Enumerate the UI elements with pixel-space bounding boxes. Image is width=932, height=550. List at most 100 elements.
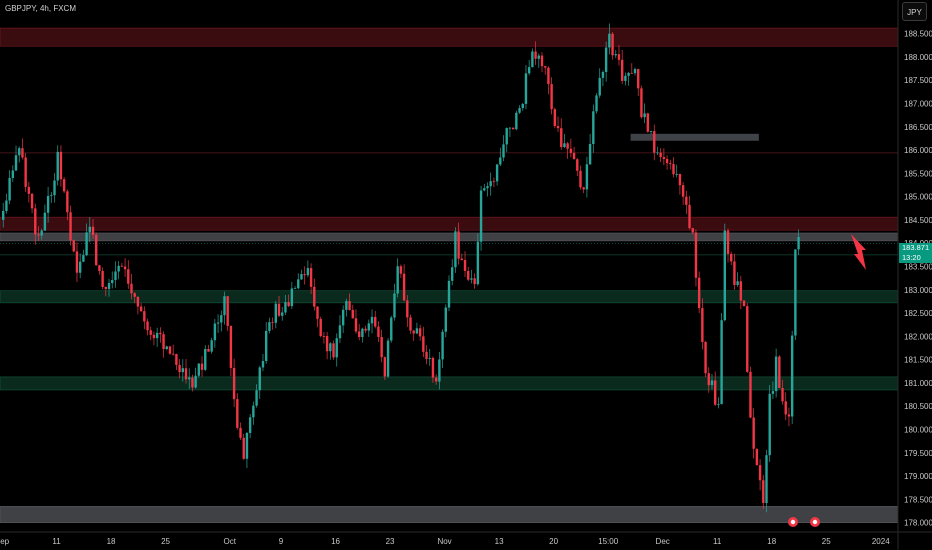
candle-body bbox=[8, 177, 11, 201]
currency-button[interactable]: JPY bbox=[902, 2, 927, 21]
candle-body bbox=[579, 170, 582, 188]
candle-body bbox=[409, 317, 412, 331]
x-tick-label: 25 bbox=[822, 537, 831, 546]
candle-body bbox=[624, 75, 627, 81]
candle-body bbox=[313, 286, 316, 307]
candle-body bbox=[662, 157, 666, 159]
candle-body bbox=[239, 427, 242, 438]
y-tick-label: 178.000 bbox=[904, 519, 932, 528]
candle-body bbox=[370, 316, 374, 324]
candle-body bbox=[78, 261, 82, 273]
candle-body bbox=[127, 269, 130, 284]
candle-body bbox=[710, 380, 714, 386]
candle-body bbox=[633, 69, 637, 74]
level-zone bbox=[630, 133, 759, 141]
candle-body bbox=[59, 151, 63, 180]
candle-body bbox=[332, 343, 335, 358]
candle-body bbox=[2, 210, 5, 220]
candle-body bbox=[383, 357, 387, 377]
candle-body bbox=[101, 270, 104, 287]
candle-body bbox=[390, 317, 393, 341]
candle-body bbox=[547, 67, 550, 85]
candle-body bbox=[550, 84, 553, 110]
candle-body bbox=[104, 286, 108, 289]
support-zone bbox=[0, 376, 899, 391]
y-tick-label: 186.500 bbox=[904, 123, 932, 132]
candle-body bbox=[46, 195, 50, 213]
candle-body bbox=[229, 325, 233, 368]
candle-body bbox=[415, 328, 419, 334]
candle-body bbox=[531, 51, 534, 68]
candle-body bbox=[608, 33, 611, 48]
candle-body bbox=[223, 296, 226, 316]
candle-body bbox=[511, 127, 515, 130]
y-tick-label: 184.500 bbox=[904, 216, 932, 225]
resistance-zone bbox=[0, 216, 899, 231]
candle-body bbox=[82, 255, 85, 262]
candle-body bbox=[463, 260, 467, 271]
grid-layer bbox=[0, 0, 932, 550]
candle-body bbox=[502, 144, 505, 158]
candle-body bbox=[467, 270, 470, 280]
candle-body bbox=[165, 346, 168, 350]
candle-body bbox=[489, 181, 492, 187]
candle-body bbox=[40, 230, 43, 236]
candle-body bbox=[107, 283, 111, 289]
candle-body bbox=[518, 108, 521, 113]
x-tick-label: 11 bbox=[713, 537, 722, 546]
candle-body bbox=[749, 371, 752, 418]
candle-body bbox=[495, 164, 499, 182]
candle-body bbox=[159, 332, 162, 335]
y-tick-label: 183.500 bbox=[904, 263, 932, 272]
candle-body bbox=[191, 377, 194, 388]
candle-body bbox=[649, 131, 653, 132]
candle-body bbox=[114, 271, 117, 281]
price-axis: 178.000 178.500 179.000 179.500 180.000 180.5… bbox=[904, 30, 932, 528]
candle-body bbox=[50, 195, 53, 197]
candle-body bbox=[297, 279, 300, 289]
candle-body bbox=[694, 232, 698, 278]
candle-body bbox=[133, 293, 136, 297]
candle-body bbox=[630, 72, 633, 74]
candle-body bbox=[91, 226, 95, 235]
candle-body bbox=[521, 103, 524, 109]
candle-body bbox=[181, 368, 184, 373]
y-tick-label: 186.000 bbox=[904, 146, 932, 155]
candle-body bbox=[197, 363, 201, 376]
candle-body bbox=[524, 73, 528, 104]
candle-body bbox=[499, 157, 502, 165]
candle-body bbox=[374, 316, 377, 327]
candle-body bbox=[386, 340, 390, 377]
time-axis: Sep 11 18 25 Oct 9 16 23 Nov 13 20 15:00 Dec 11 18 25 20… bbox=[0, 537, 890, 546]
y-tick-label: 188.500 bbox=[904, 30, 932, 39]
candle-body bbox=[451, 267, 454, 281]
candle-body bbox=[454, 231, 457, 268]
y-tick-label: 180.500 bbox=[904, 402, 932, 411]
candle-body bbox=[768, 393, 771, 456]
candle-body bbox=[479, 190, 483, 242]
candle-body bbox=[595, 95, 598, 112]
candle-body bbox=[701, 308, 704, 342]
bar-countdown: 13:20 bbox=[902, 253, 921, 262]
x-tick-label: Nov bbox=[437, 537, 451, 546]
candle-body bbox=[492, 181, 496, 183]
candle-body bbox=[338, 325, 342, 339]
candle-body bbox=[380, 337, 383, 358]
candle-body bbox=[637, 69, 640, 89]
candle-body bbox=[592, 111, 595, 145]
candle-body bbox=[569, 148, 573, 153]
last-price-tag: 183.871 13:20 bbox=[899, 243, 932, 263]
x-tick-label: 18 bbox=[767, 537, 776, 546]
candle-body bbox=[24, 157, 27, 187]
x-tick-label: 15:00 bbox=[598, 537, 619, 546]
candle-body bbox=[123, 266, 127, 270]
resistance-zone bbox=[0, 27, 899, 47]
candle-body bbox=[120, 265, 124, 267]
candle-body bbox=[303, 274, 306, 276]
candle-body bbox=[563, 143, 566, 148]
candle-body bbox=[95, 234, 98, 266]
candle-body bbox=[143, 311, 146, 322]
candle-body bbox=[434, 377, 438, 382]
candlestick-chart[interactable]: 178.000 178.500 179.000 179.500 180.000 180.5… bbox=[0, 0, 932, 550]
symbol-label: GBPJPY, 4h, FXCM bbox=[5, 4, 76, 13]
